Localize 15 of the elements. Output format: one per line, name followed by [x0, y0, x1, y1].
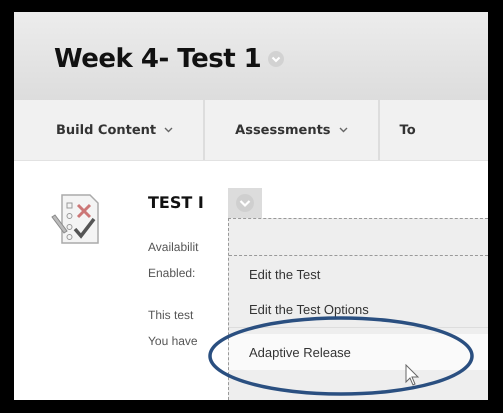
page-title: Week 4- Test 1 [54, 44, 262, 74]
menu-item[interactable]: Edit the Test Options [229, 292, 488, 328]
cursor-icon [405, 364, 421, 386]
detail-text: Availabilit [148, 239, 200, 256]
menu-item[interactable]: Adaptive Release [229, 334, 488, 370]
toolbar-menu[interactable]: To [380, 100, 446, 160]
description-text: This test [148, 307, 194, 324]
item-title[interactable]: TEST I [148, 193, 204, 212]
options-chevron-button[interactable] [228, 188, 262, 218]
description-text: You have [148, 333, 199, 350]
toolbar-menu[interactable]: Build Content [14, 100, 206, 160]
detail-text: Enabled: [148, 265, 196, 282]
menu-item[interactable]: Edit the Test [229, 256, 488, 292]
toolbar-menu[interactable]: Assessments [205, 100, 380, 160]
chevron-icon[interactable] [267, 50, 286, 68]
